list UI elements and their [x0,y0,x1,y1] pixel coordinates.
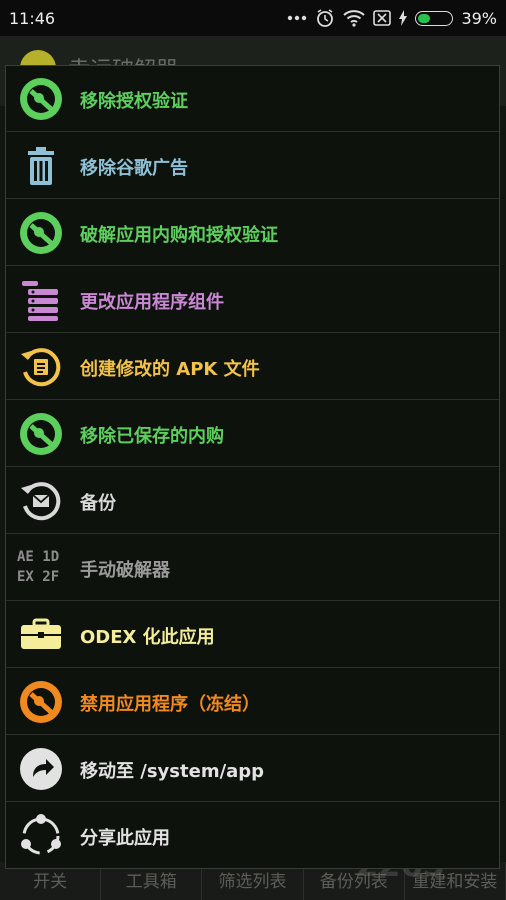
alarm-icon [315,8,335,28]
battery-icon [415,10,454,26]
menu-item-label: 移除已保存的内购 [80,426,224,447]
menu-item-share-app[interactable]: 分享此应用 [6,803,499,869]
menu-item-label: 移除授权验证 [80,91,188,112]
menu-item-remove-license[interactable]: 移除授权验证 [6,66,499,132]
share-icon [18,813,64,859]
status-bar: 11:46 39% [0,0,506,36]
menu-item-label: 移动至 /system/app [80,761,265,782]
menu-item-remove-saved-purchases[interactable]: 移除已保存的内购 [6,401,499,467]
menu-item-label: 分享此应用 [80,828,170,849]
freeze-icon [18,679,64,725]
no-license-icon [18,76,64,122]
charging-icon [399,10,408,26]
menu-item-label: 手动破解器 [80,560,170,581]
no-saved-purchase-icon [18,411,64,457]
hex-line-2: EX 2F [17,569,60,585]
menu-item-crack-iap-license[interactable]: 破解应用内购和授权验证 [6,200,499,266]
trash-icon [18,143,64,189]
battery-level: 39% [461,8,497,28]
menu-item-remove-google-ads[interactable]: 移除谷歌广告 [6,133,499,199]
menu-item-label: 创建修改的 APK 文件 [80,359,260,380]
menu-item-label: 更改应用程序组件 [80,292,224,313]
menu-item-backup[interactable]: 备份 [6,468,499,534]
menu-item-create-apk[interactable]: 创建修改的 APK 文件 [6,334,499,400]
no-purchase-icon [18,210,64,256]
status-time: 11:46 [9,9,56,28]
menu-item-move-to-system[interactable]: 移动至 /system/app [6,736,499,802]
menu-item-manual-patcher[interactable]: AE 1D EX 2F 手动破解器 [6,535,499,601]
menu-item-label: ODEX 化此应用 [80,627,215,648]
toolbox-icon [18,612,64,658]
menu-item-label: 备份 [80,493,116,514]
no-sim-icon [373,10,392,26]
wifi-icon [343,9,366,27]
app-context-menu: 移除授权验证 移除谷歌广告 破解应用内购和授权验证 更改应用程序组件 创建修改的… [5,65,500,869]
menu-item-freeze-app[interactable]: 禁用应用程序（冻结） [6,669,499,735]
components-icon [18,277,64,323]
backup-icon [18,478,64,524]
hex-line-1: AE 1D [17,549,60,565]
menu-item-label: 破解应用内购和授权验证 [80,225,278,246]
menu-item-change-components[interactable]: 更改应用程序组件 [6,267,499,333]
hex-icon: AE 1D EX 2F [17,547,63,593]
menu-item-label: 移除谷歌广告 [80,158,188,179]
menu-item-odex[interactable]: ODEX 化此应用 [6,602,499,668]
more-dots-icon [287,15,307,21]
menu-item-label: 禁用应用程序（冻结） [80,694,260,715]
move-icon [18,746,64,792]
apk-file-icon [18,344,64,390]
